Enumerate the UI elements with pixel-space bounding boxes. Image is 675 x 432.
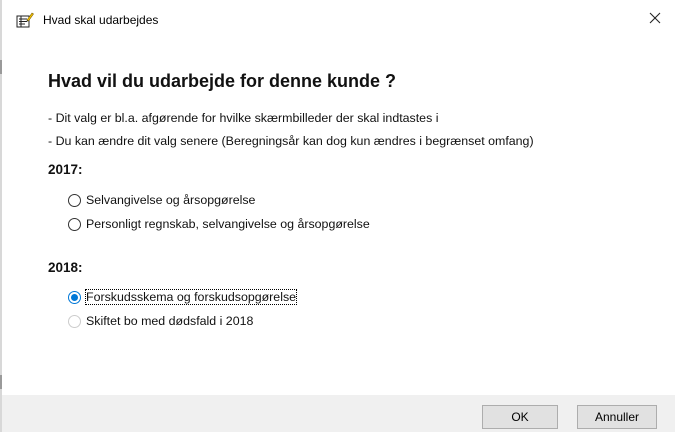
info-line: - Dit valg er bl.a. afgørende for hvilke… bbox=[48, 111, 439, 125]
radio-label: Forskudsskema og forskudsopgørelse bbox=[84, 289, 298, 305]
radio-option-forskudsskema[interactable]: Forskudsskema og forskudsopgørelse bbox=[68, 288, 298, 306]
year-label-2018: 2018: bbox=[48, 260, 83, 275]
cancel-button[interactable]: Annuller bbox=[577, 405, 657, 429]
edge-mark bbox=[0, 375, 2, 389]
radio-label: Personligt regnskab, selvangivelse og år… bbox=[86, 217, 370, 231]
radio-button[interactable] bbox=[68, 217, 81, 231]
window-title: Hvad skal udarbejdes bbox=[43, 13, 159, 27]
info-line: - Du kan ændre dit valg senere (Beregnin… bbox=[48, 134, 534, 148]
radio-button-selected[interactable] bbox=[68, 290, 81, 304]
close-icon bbox=[649, 12, 661, 24]
app-icon bbox=[16, 12, 34, 28]
radio-label: Selvangivelse og årsopgørelse bbox=[86, 193, 256, 207]
window-left-edge bbox=[0, 0, 2, 432]
radio-option-selvangivelse[interactable]: Selvangivelse og årsopgørelse bbox=[68, 191, 255, 209]
radio-button[interactable] bbox=[68, 193, 81, 207]
year-label-2017: 2017: bbox=[48, 162, 83, 177]
radio-label: Skiftet bo med dødsfald i 2018 bbox=[86, 314, 254, 328]
radio-button-disabled bbox=[68, 314, 81, 328]
dialog-footer: OK Annuller bbox=[2, 395, 675, 432]
radio-option-personligt-regnskab[interactable]: Personligt regnskab, selvangivelse og år… bbox=[68, 215, 370, 233]
dialog-heading: Hvad vil du udarbejde for denne kunde ? bbox=[48, 71, 397, 91]
close-button[interactable] bbox=[635, 0, 675, 36]
ok-button[interactable]: OK bbox=[482, 405, 558, 429]
radio-option-skiftet-bo: Skiftet bo med dødsfald i 2018 bbox=[68, 312, 253, 330]
title-bar: Hvad skal udarbejdes bbox=[2, 0, 675, 40]
edge-mark bbox=[0, 60, 2, 74]
